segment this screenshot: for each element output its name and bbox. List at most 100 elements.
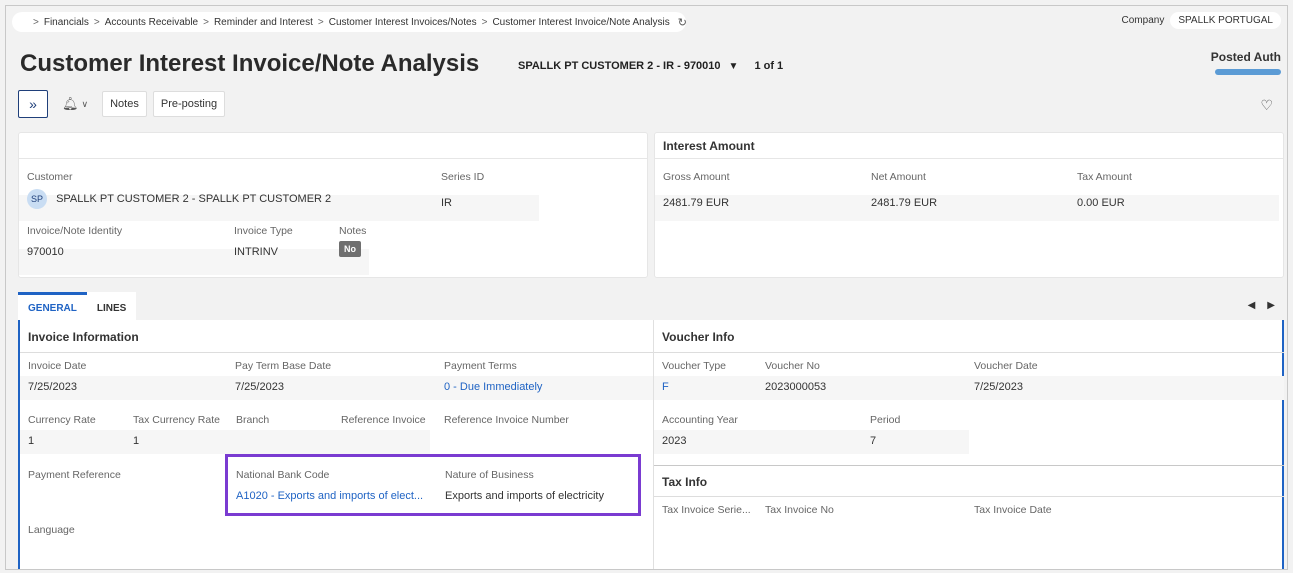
tax-info-title: Tax Info (662, 475, 708, 489)
breadcrumb-item-interest-invoices[interactable]: Customer Interest Invoices/Notes (329, 17, 477, 28)
avatar: SP (27, 189, 47, 209)
period-field: Period 7 (870, 414, 900, 447)
invoice-type-label: Invoice Type (234, 225, 293, 237)
record-id: SPALLK PT CUSTOMER 2 - IR - 970010 (518, 60, 721, 72)
expand-navigator-button[interactable]: » (18, 90, 48, 118)
app-frame: > Financials > Accounts Receivable > Rem… (5, 5, 1288, 570)
field-shade (655, 195, 1279, 221)
series-id-value: IR (441, 197, 452, 209)
series-id-label: Series ID (441, 171, 485, 183)
double-chevron-right-icon: » (29, 96, 37, 112)
voucher-type-field: Voucher Type F (662, 360, 726, 393)
caret-down-icon[interactable]: ▼ (729, 61, 739, 72)
tax-invoice-series-field: Tax Invoice Serie... (662, 504, 751, 516)
tax-currency-rate-label: Tax Currency Rate (133, 414, 220, 426)
payment-terms-link[interactable]: 0 - Due Immediately (444, 381, 542, 393)
refresh-icon[interactable]: ↻ (678, 16, 687, 29)
chevron-right-icon: > (93, 16, 100, 28)
currency-rate-label: Currency Rate (28, 414, 96, 426)
section-divider (20, 352, 653, 353)
voucher-type-label: Voucher Type (662, 360, 727, 372)
period-label: Period (870, 414, 901, 426)
breadcrumb-item-accounts-receivable[interactable]: Accounts Receivable (105, 17, 198, 28)
pay-term-base-date-value: 7/25/2023 (235, 381, 284, 393)
chevron-right-icon: > (33, 16, 39, 28)
breadcrumb-item-reminder-interest[interactable]: Reminder and Interest (214, 17, 313, 28)
highlight-box (225, 454, 641, 516)
tab-scroll-arrows: ◀ ▶ (1248, 300, 1275, 311)
invoice-type-field: Invoice Type INTRINV (234, 225, 293, 258)
invoice-information-title: Invoice Information (28, 330, 139, 344)
chevron-right-icon: > (317, 16, 324, 28)
reference-invoice-number-label: Reference Invoice Number (444, 414, 569, 426)
section-divider (654, 352, 1284, 353)
tax-invoice-date-label: Tax Invoice Date (974, 504, 1052, 516)
notification-button[interactable]: 🔔︎ ∨ (62, 96, 88, 112)
payment-terms-label: Payment Terms (444, 360, 517, 372)
accounting-year-value: 2023 (662, 435, 687, 447)
gross-amount-label: Gross Amount (663, 171, 730, 183)
language-field: Language (28, 524, 75, 536)
record-count: 1 of 1 (754, 60, 784, 72)
customer-value[interactable]: SPALLK PT CUSTOMER 2 - SPALLK PT CUSTOME… (56, 193, 331, 205)
invoice-date-field: Invoice Date 7/25/2023 (28, 360, 86, 393)
field-shade (654, 376, 1284, 400)
tab-bar: GENERAL LINES (18, 292, 137, 322)
payment-reference-label: Payment Reference (28, 469, 121, 481)
voucher-type-link[interactable]: F (662, 381, 726, 393)
chevron-right-icon: > (203, 16, 209, 28)
customer-field: Customer SP SPALLK PT CUSTOMER 2 - SPALL… (27, 171, 331, 209)
invoice-date-value: 7/25/2023 (28, 381, 77, 393)
net-amount-field: Net Amount 2481.79 EUR (871, 171, 937, 209)
general-tab-panel: Invoice Information Invoice Date 7/25/20… (18, 320, 1284, 569)
tax-invoice-series-label: Tax Invoice Serie... (662, 504, 751, 516)
reference-invoice-field: Reference Invoice (341, 414, 426, 426)
notes-button[interactable]: Notes (102, 91, 147, 117)
caret-left-icon[interactable]: ◀ (1248, 300, 1256, 311)
voucher-date-value: 7/25/2023 (974, 381, 1023, 393)
period-value: 7 (870, 435, 877, 447)
branch-field: Branch (236, 414, 269, 426)
pay-term-base-date-field: Pay Term Base Date 7/25/2023 (235, 360, 331, 393)
payment-reference-field: Payment Reference (28, 469, 121, 481)
net-amount-label: Net Amount (871, 171, 926, 183)
company-label: Company (1121, 15, 1165, 26)
customer-label: Customer (27, 171, 73, 183)
field-shade (20, 376, 653, 400)
page-title: Customer Interest Invoice/Note Analysis (20, 50, 480, 77)
status-indicator: Posted Auth (1211, 50, 1281, 75)
notes-label: Notes (339, 225, 367, 237)
series-id-field: Series ID IR (441, 171, 484, 209)
header-card-title (19, 133, 647, 159)
tax-invoice-no-field: Tax Invoice No (765, 504, 834, 516)
gross-amount-value: 2481.79 EUR (663, 197, 730, 209)
payment-terms-field: Payment Terms 0 - Due Immediately (444, 360, 542, 393)
reference-invoice-number-field: Reference Invoice Number (444, 414, 569, 426)
tax-invoice-date-field: Tax Invoice Date (974, 504, 1052, 516)
customer-value-row: SP SPALLK PT CUSTOMER 2 - SPALLK PT CUST… (27, 189, 331, 209)
net-amount-value: 2481.79 EUR (871, 197, 938, 209)
voucher-no-field: Voucher No 2023000053 (765, 360, 826, 393)
language-label: Language (28, 524, 75, 536)
company-value[interactable]: SPALLK PORTUGAL (1170, 12, 1281, 29)
voucher-info-title: Voucher Info (662, 330, 735, 344)
chevron-down-icon: ∨ (81, 98, 89, 109)
breadcrumb-item-financials[interactable]: Financials (44, 17, 89, 28)
caret-right-icon[interactable]: ▶ (1267, 300, 1275, 311)
preposting-button[interactable]: Pre-posting (152, 91, 226, 117)
favorite-heart-icon[interactable]: ♡ (1260, 97, 1273, 114)
company-selector[interactable]: Company SPALLK PORTUGAL (1122, 12, 1281, 29)
tab-general[interactable]: GENERAL (18, 292, 87, 322)
section-divider (654, 496, 1284, 497)
tax-currency-rate-value: 1 (133, 435, 140, 447)
tax-amount-label: Tax Amount (1077, 171, 1132, 183)
invoice-date-label: Invoice Date (28, 360, 87, 372)
status-progress-bar (1215, 69, 1281, 75)
bell-icon: 🔔︎ (62, 96, 79, 111)
tab-lines[interactable]: LINES (86, 292, 137, 322)
currency-rate-field: Currency Rate 1 (28, 414, 96, 447)
invoice-type-value: INTRINV (234, 246, 278, 258)
accounting-year-label: Accounting Year (662, 414, 738, 426)
interest-amount-title: Interest Amount (655, 133, 1283, 159)
record-selector[interactable]: SPALLK PT CUSTOMER 2 - IR - 970010 ▼ 1 o… (518, 60, 783, 72)
